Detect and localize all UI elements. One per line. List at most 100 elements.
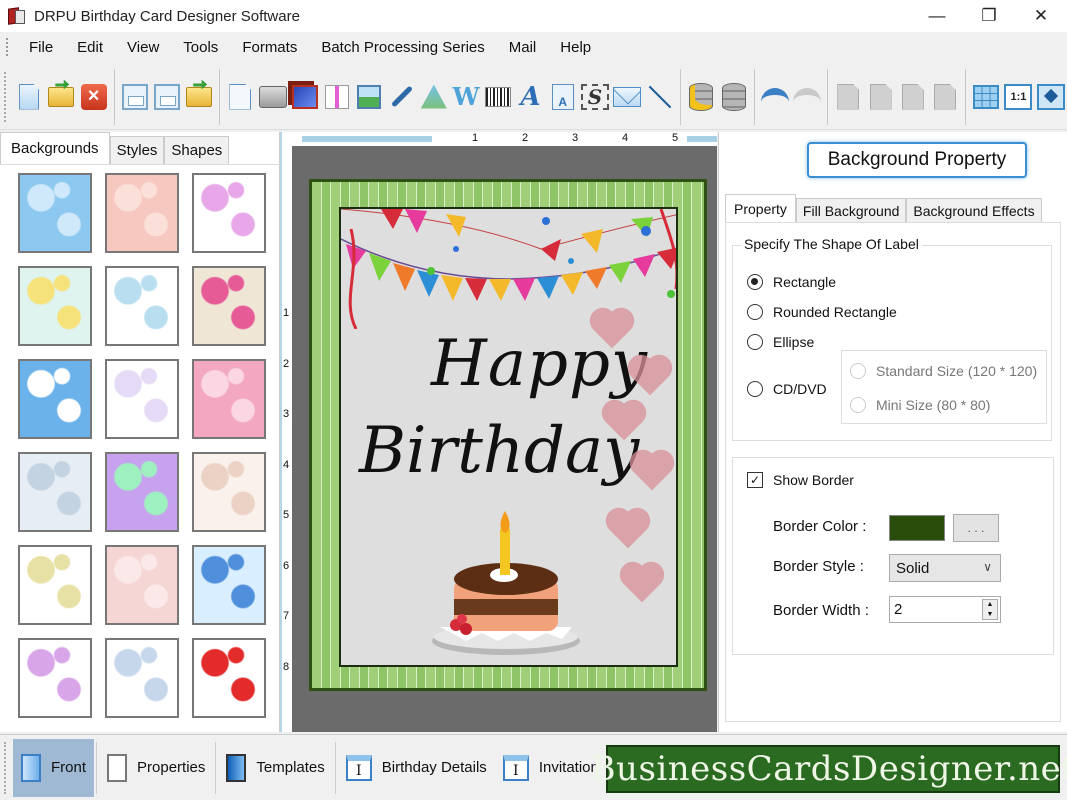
background-thumbnail-stars[interactable]: [18, 359, 92, 439]
menu-help[interactable]: Help: [548, 39, 603, 56]
email-button[interactable]: [613, 82, 642, 112]
toolbar-grip[interactable]: [4, 71, 7, 122]
menu-file[interactable]: File: [17, 39, 65, 56]
line-button[interactable]: [645, 82, 675, 112]
actual-size-button[interactable]: 1:1: [1004, 82, 1033, 112]
database-new-button[interactable]: [687, 82, 716, 112]
delete-button[interactable]: [930, 82, 959, 112]
insert-image-button[interactable]: [355, 82, 384, 112]
background-thumbnail-happy-birthday-text[interactable]: [18, 545, 92, 625]
menu-grip[interactable]: [6, 38, 9, 56]
front-button[interactable]: Front: [13, 738, 95, 797]
open-button[interactable]: [47, 82, 76, 112]
cake-image[interactable]: [426, 509, 586, 659]
border-color-swatch[interactable]: [889, 515, 945, 541]
background-thumbnail-bears-drawing[interactable]: [105, 266, 179, 346]
background-thumbnail-bubbles[interactable]: [18, 452, 92, 532]
cut-button[interactable]: [834, 82, 863, 112]
text-button[interactable]: A: [516, 82, 545, 112]
background-thumbnail-pink-hearts-stripes[interactable]: [105, 545, 179, 625]
background-thumbnail-balloon-bunches[interactable]: [105, 638, 179, 718]
background-thumbnail-pink-pattern[interactable]: [105, 173, 179, 253]
properties-tab-button[interactable]: Properties: [99, 739, 213, 797]
background-thumbnail-bird-balloons[interactable]: [192, 266, 266, 346]
tab-property[interactable]: Property: [725, 194, 796, 222]
properties-button[interactable]: [226, 82, 255, 112]
menu-formats[interactable]: Formats: [230, 39, 309, 56]
menu-tools[interactable]: Tools: [171, 39, 230, 56]
show-border-checkbox[interactable]: ✓ Show Border: [747, 472, 854, 488]
menu-view[interactable]: View: [115, 39, 171, 56]
background-thumbnail-butterflies[interactable]: [192, 173, 266, 253]
radio-ellipse[interactable]: Ellipse: [747, 334, 814, 350]
minimize-button[interactable]: —: [911, 0, 963, 32]
grid-button[interactable]: [972, 82, 1001, 112]
restore-button[interactable]: ❐: [963, 0, 1015, 32]
tab-background-effects[interactable]: Background Effects: [906, 198, 1042, 222]
border-width-value[interactable]: 2: [894, 601, 902, 618]
print-button[interactable]: [258, 82, 287, 112]
pen-button[interactable]: [387, 82, 416, 112]
wordart-button[interactable]: W: [451, 82, 480, 112]
shapes-button[interactable]: [419, 82, 448, 112]
redo-button[interactable]: [793, 82, 822, 112]
background-thumbnail-pink-cakes[interactable]: [192, 359, 266, 439]
background-thumbnail-flowers[interactable]: [18, 266, 92, 346]
ruler-label: 7: [283, 610, 290, 622]
menu-batch-processing[interactable]: Batch Processing Series: [309, 39, 496, 56]
paste-button[interactable]: [898, 82, 927, 112]
background-thumbnail-clouds[interactable]: [18, 173, 92, 253]
card-text-birthday[interactable]: Birthday: [359, 414, 639, 488]
radio-mini-size: Mini Size (80 * 80): [850, 397, 990, 413]
checkbox-indicator[interactable]: ✓: [747, 472, 763, 488]
tab-styles[interactable]: Styles: [109, 136, 165, 164]
spin-up-icon[interactable]: ▲: [983, 600, 997, 610]
background-thumbnail-teddy[interactable]: [192, 452, 266, 532]
properties-icon: [107, 753, 128, 782]
templates-button[interactable]: Templates: [218, 739, 332, 797]
radio-indicator[interactable]: [747, 304, 763, 320]
border-width-stepper[interactable]: 2 ▲ ▼: [889, 596, 1001, 623]
save-button[interactable]: [120, 82, 149, 112]
print-multiple-button[interactable]: [290, 82, 319, 112]
background-thumbnail-red-hearts[interactable]: [192, 638, 266, 718]
export-button[interactable]: [185, 82, 214, 112]
database-button[interactable]: [719, 82, 748, 112]
radio-rectangle[interactable]: Rectangle: [747, 274, 836, 290]
copy-button[interactable]: [866, 82, 895, 112]
export-icon: [186, 86, 213, 107]
close-window-button[interactable]: ✕: [1015, 0, 1067, 32]
new-button[interactable]: [14, 82, 43, 112]
card-background[interactable]: Happy Birthday: [339, 207, 678, 667]
background-thumbnail-rainbow[interactable]: [105, 452, 179, 532]
barcode-button[interactable]: [484, 82, 513, 112]
close-button[interactable]: ×: [79, 82, 108, 112]
background-property-button[interactable]: Background Property: [807, 142, 1027, 178]
design-canvas[interactable]: Happy Birthday: [292, 146, 717, 732]
border-style-select[interactable]: Solid ∨: [889, 554, 1001, 582]
menu-edit[interactable]: Edit: [65, 39, 115, 56]
birthday-card[interactable]: Happy Birthday: [309, 179, 707, 691]
background-thumbnail-balloons-blue[interactable]: [192, 545, 266, 625]
fit-window-button[interactable]: [1036, 82, 1065, 112]
radio-cd-dvd[interactable]: CD/DVD: [747, 381, 827, 397]
tab-backgrounds[interactable]: Backgrounds: [0, 132, 110, 164]
gift-button[interactable]: [323, 82, 352, 112]
save-as-button[interactable]: [152, 82, 181, 112]
menu-mail[interactable]: Mail: [497, 39, 549, 56]
tab-fill-background[interactable]: Fill Background: [795, 198, 907, 222]
spin-down-icon[interactable]: ▼: [983, 609, 997, 619]
background-thumbnail-balloons-pastel[interactable]: [105, 359, 179, 439]
radio-indicator[interactable]: [747, 274, 763, 290]
radio-indicator[interactable]: [747, 334, 763, 350]
background-thumbnail-colorful-hearts[interactable]: [18, 638, 92, 718]
radio-rounded-rectangle[interactable]: Rounded Rectangle: [747, 304, 897, 320]
bottom-grip[interactable]: [4, 741, 7, 794]
text-doc-button[interactable]: A: [548, 82, 577, 112]
undo-button[interactable]: [760, 82, 789, 112]
radio-indicator[interactable]: [747, 381, 763, 397]
tab-shapes[interactable]: Shapes: [164, 136, 230, 164]
signature-button[interactable]: S: [580, 82, 609, 112]
birthday-details-button[interactable]: I Birthday Details: [338, 739, 495, 797]
border-color-picker-button[interactable]: . . .: [953, 514, 999, 542]
